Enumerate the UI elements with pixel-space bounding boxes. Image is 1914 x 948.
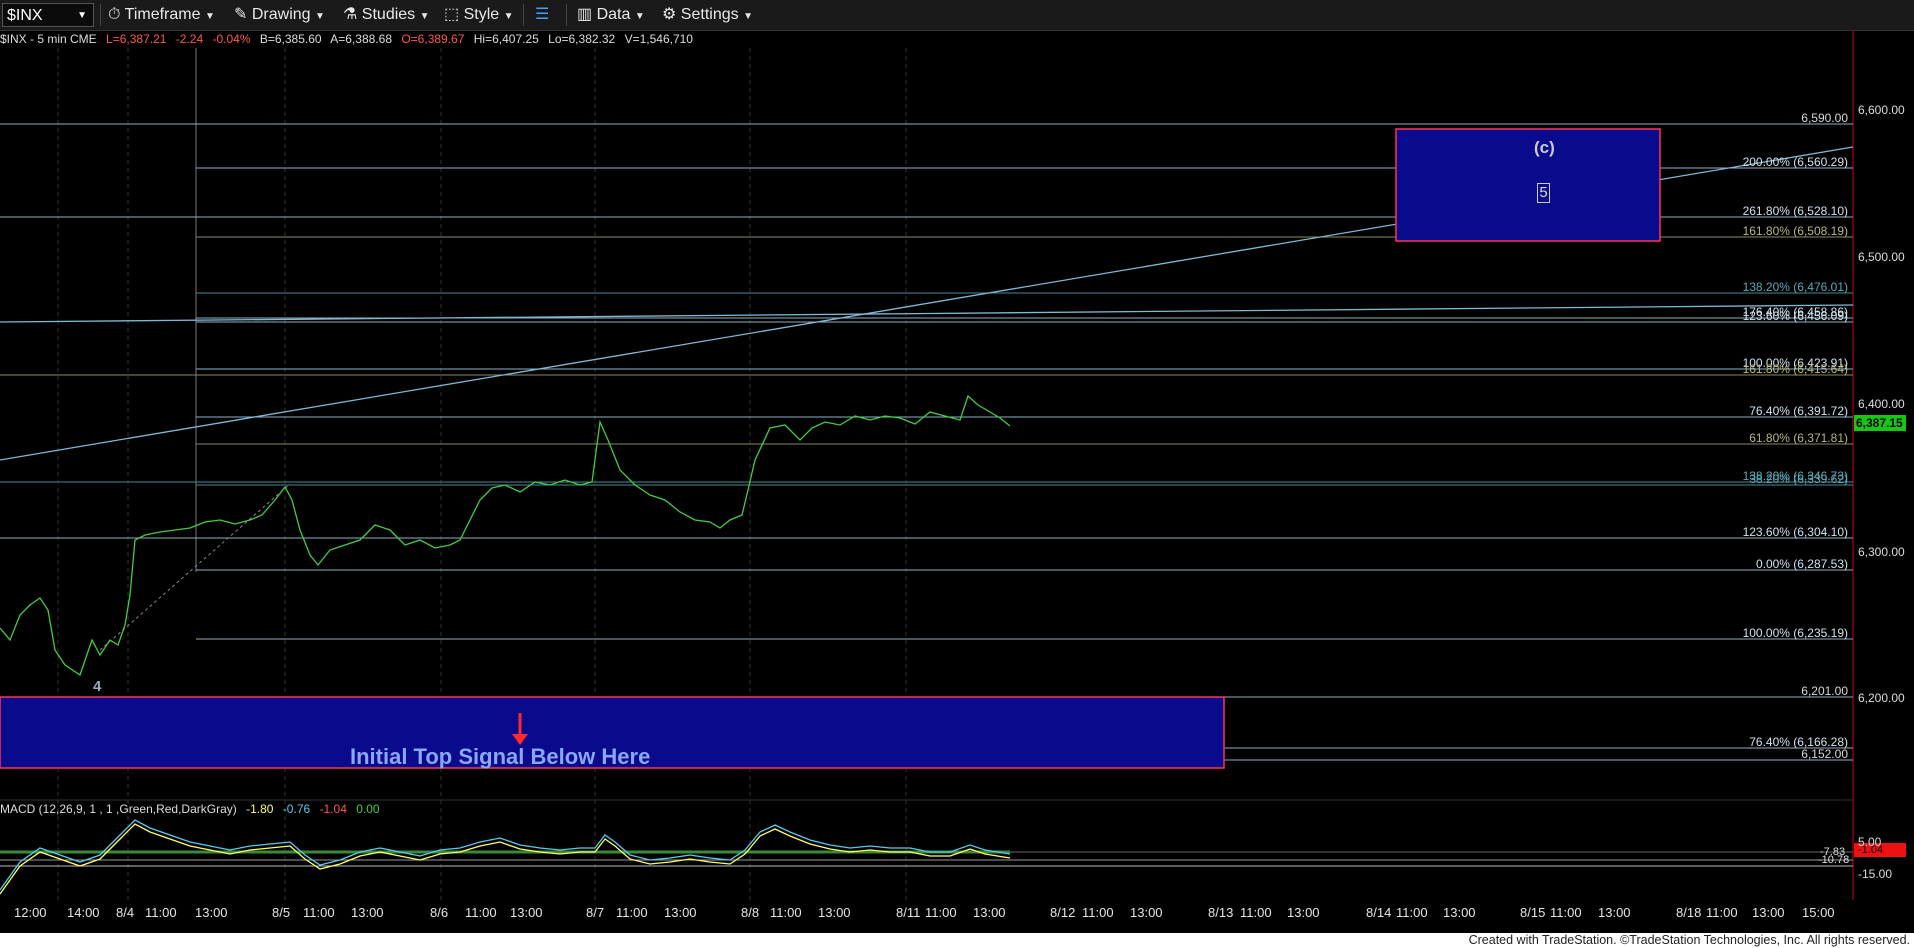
- fib-level-label: 0.00% (6,287.53): [1755, 557, 1848, 571]
- fib-level-label: 6,152.00: [1801, 747, 1848, 761]
- price-axis-tick: 6,400.00: [1858, 397, 1905, 411]
- time-axis-tick: 12:00: [14, 905, 47, 920]
- time-axis-tick: 8/18: [1676, 905, 1702, 920]
- footer: Created with TradeStation. ©TradeStation…: [0, 933, 1914, 948]
- time-axis-tick: 8/11: [896, 905, 921, 920]
- time-axis-tick: 14:00: [67, 905, 100, 920]
- time-axis-tick: 13:00: [973, 905, 1006, 920]
- fib-level-label: 6,590.00: [1801, 111, 1848, 125]
- time-axis-tick: 8/4: [116, 905, 135, 920]
- macd-value-1: -1.80: [246, 802, 274, 816]
- time-axis-tick: 8/7: [586, 905, 605, 920]
- time-axis-tick: 13:00: [195, 905, 228, 920]
- wave-connector-line: [99, 483, 291, 651]
- vertical-gridlines: [57, 48, 907, 900]
- wave-c-label: (c): [1534, 138, 1555, 157]
- fib-level-label: 38.20% (6,339.62): [1749, 472, 1848, 486]
- time-axis-tick: 15:00: [1802, 905, 1835, 920]
- time-axis-tick: 11:00: [303, 905, 335, 920]
- fib-level-label: 261.80% (6,528.10): [1742, 204, 1848, 218]
- fib-level-label: 123.60% (6,304.10): [1742, 525, 1848, 539]
- current-price-label: 6,387.15: [1856, 416, 1903, 430]
- fib-level-label: 100.00% (6,235.19): [1742, 626, 1848, 640]
- time-axis-tick: 11:00: [1706, 905, 1738, 920]
- time-axis-tick: 13:00: [1443, 905, 1476, 920]
- time-axis-tick: 11:00: [1082, 905, 1114, 920]
- footer-text: Created with TradeStation. ©TradeStation…: [1468, 933, 1910, 947]
- time-axis-tick: 8/5: [272, 905, 291, 920]
- time-axis-tick: 13:00: [1752, 905, 1785, 920]
- time-axis-tick: 8/6: [430, 905, 449, 920]
- fib-level-label: 200.00% (6,560.29): [1742, 155, 1848, 169]
- time-axis-tick: 11:00: [925, 905, 957, 920]
- time-axis-tick: 8/15: [1520, 905, 1546, 920]
- time-axis-tick: 13:00: [1287, 905, 1320, 920]
- time-axis-tick: 8/14: [1366, 905, 1392, 920]
- time-axis-tick: 11:00: [1240, 905, 1272, 920]
- macd-value-3: -1.04: [319, 802, 347, 816]
- time-axis-tick: 13:00: [818, 905, 851, 920]
- time-axis-tick: 13:00: [664, 905, 697, 920]
- fib-level-label: 161.80% (6,508.19): [1742, 224, 1848, 238]
- fib-level-label: 61.80% (6,371.81): [1749, 431, 1848, 445]
- time-axis-tick: 11:00: [465, 905, 497, 920]
- time-axis-tick: 13:00: [510, 905, 543, 920]
- macd-line: [0, 819, 1011, 891]
- time-axis-tick: 11:00: [616, 905, 648, 920]
- price-series-line: [0, 394, 1011, 677]
- macd-value-2: -0.76: [282, 802, 311, 816]
- time-axis-tick: 13:00: [351, 905, 384, 920]
- macd-signal-line: [0, 823, 1011, 895]
- signal-text: Initial Top Signal Below Here: [350, 744, 651, 769]
- time-axis-tick: 8/12: [1050, 905, 1076, 920]
- wave-4-label: 4: [93, 678, 102, 695]
- macd-pane: [0, 819, 1853, 895]
- price-axis-tick: 6,200.00: [1858, 691, 1905, 705]
- fib-level-label: 161.80% (6,415.64): [1742, 362, 1848, 376]
- fib-level-label: 138.20% (6,476.01): [1742, 280, 1848, 294]
- wave-5-label: 5: [1537, 183, 1550, 203]
- price-axis-tick: 6,500.00: [1858, 250, 1905, 264]
- time-axis-tick: 8/8: [741, 905, 760, 920]
- price-axis-tick: 6,300.00: [1858, 545, 1905, 559]
- time-axis-tick: 11:00: [770, 905, 802, 920]
- target-zone-box[interactable]: [1395, 128, 1661, 242]
- time-axis-tick: 13:00: [1130, 905, 1163, 920]
- time-axis-tick: 8/13: [1208, 905, 1234, 920]
- macd-legend: MACD (12,26,9, 1 , 1 ,Green,Red,DarkGray…: [0, 802, 386, 816]
- macd-value-4: 0.00: [356, 802, 380, 816]
- macd-tag-2: -10.78: [1818, 854, 1850, 866]
- macd-axis-bottom: -15.00: [1858, 867, 1893, 881]
- time-axis-tick: 11:00: [145, 905, 177, 920]
- fib-level-label: 6,201.00: [1801, 684, 1848, 698]
- time-axis-tick: 11:00: [1550, 905, 1582, 920]
- price-axis-tick: 6,600.00: [1858, 103, 1905, 117]
- time-axis-tick: 11:00: [1396, 905, 1428, 920]
- macd-tag-3: -1.04: [1858, 844, 1884, 856]
- macd-title: MACD (12,26,9, 1 , 1 ,Green,Red,DarkGray…: [0, 802, 237, 816]
- time-axis-tick: 13:00: [1598, 905, 1631, 920]
- lower-channel-line[interactable]: [0, 304, 1854, 323]
- fib-level-label: 76.40% (6,391.72): [1749, 404, 1848, 418]
- fib-level-label: 123.60% (6,456.09): [1742, 309, 1848, 323]
